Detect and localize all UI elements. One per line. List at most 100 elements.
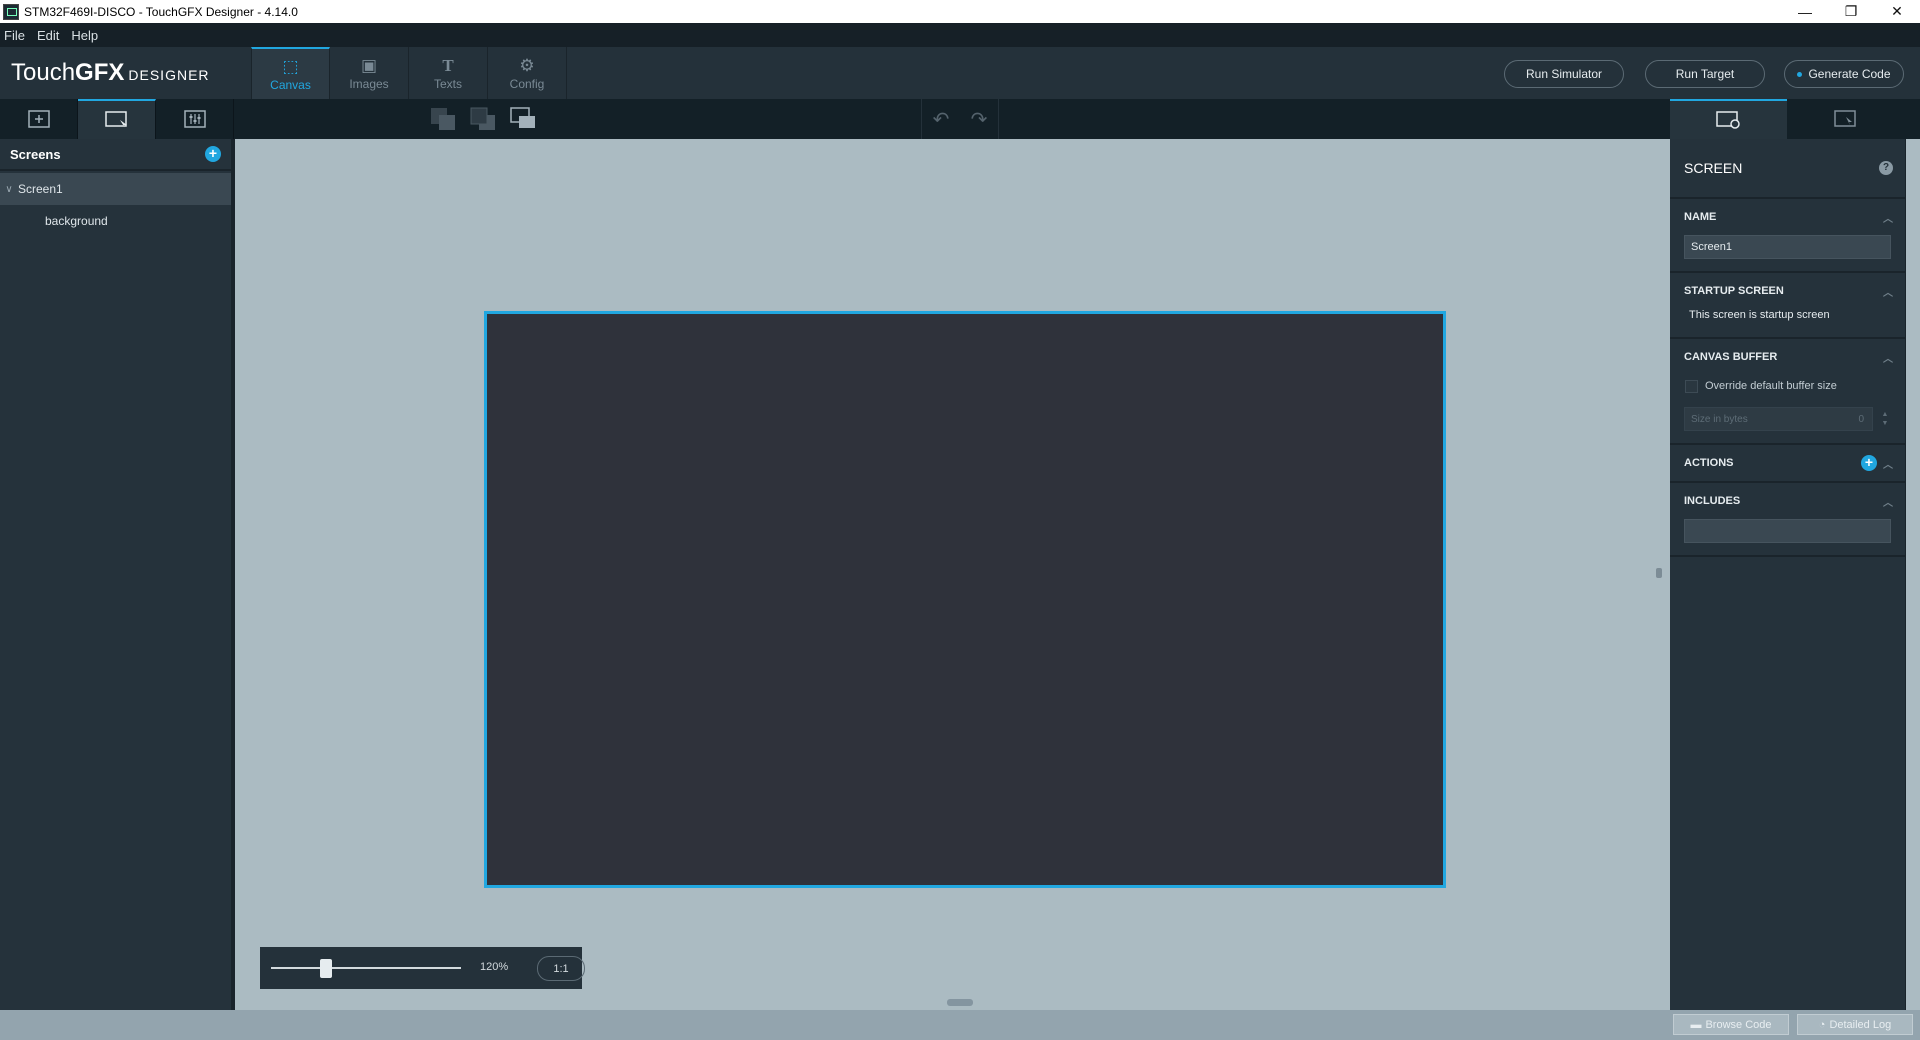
screens-panel: Screens + ∨ Screen1 background: [0, 139, 235, 1010]
menu-edit[interactable]: Edit: [33, 28, 67, 43]
tab-canvas[interactable]: ⬚ Canvas: [251, 47, 330, 99]
interactions-tab[interactable]: [1787, 99, 1904, 139]
log-icon: ◔: [1818, 1018, 1826, 1031]
startup-status-text: This screen is startup screen: [1689, 309, 1830, 321]
zoom-percent: 120%: [480, 961, 509, 973]
chevron-down-icon[interactable]: ∨: [0, 184, 18, 195]
includes-section-header[interactable]: INCLUDES ︿: [1670, 483, 1905, 519]
generate-code-label: Generate Code: [1808, 67, 1891, 81]
send-to-back-icon: [431, 108, 455, 130]
send-backward-button[interactable]: [468, 105, 498, 133]
logo-touch: Touch: [11, 59, 76, 86]
name-heading: NAME: [1684, 211, 1717, 223]
chevron-up-icon[interactable]: ︿: [1883, 456, 1893, 471]
main-toolbar: TouchGFX DESIGNER ⬚ Canvas ▣ Images T Tex…: [0, 47, 1920, 99]
includes-input[interactable]: [1684, 519, 1891, 543]
tab-texts-label: Texts: [433, 77, 462, 91]
chevron-up-icon[interactable]: ︿: [1883, 284, 1893, 299]
run-target-button[interactable]: Run Target: [1645, 60, 1765, 88]
sliders-icon: [183, 110, 206, 128]
menu-file[interactable]: File: [0, 28, 33, 43]
properties-title: SCREEN: [1684, 160, 1743, 176]
actions-section-header[interactable]: ACTIONS + ︿: [1670, 445, 1905, 481]
actions-header-controls: + ︿: [1861, 455, 1893, 471]
chevron-up-icon[interactable]: ︿: [1883, 210, 1893, 225]
tab-config-label: Config: [509, 77, 545, 91]
add-screen-icon[interactable]: +: [205, 146, 221, 162]
undo-redo-group: ↶ ↷: [921, 99, 999, 139]
detailed-log-label: Detailed Log: [1829, 1018, 1892, 1031]
properties-sliders-tab[interactable]: [156, 99, 234, 139]
override-buffer-checkbox[interactable]: [1685, 379, 1698, 393]
chevron-up-icon[interactable]: ︿: [1883, 350, 1893, 365]
add-action-icon[interactable]: +: [1861, 455, 1877, 471]
override-buffer-label: Override default buffer size: [1705, 380, 1837, 392]
add-widget-tab[interactable]: [0, 99, 78, 139]
menu-help[interactable]: Help: [67, 28, 106, 43]
redo-icon[interactable]: ↷: [971, 107, 988, 132]
image-icon: ▣: [360, 56, 378, 75]
buffer-size-placeholder: Size in bytes: [1691, 413, 1748, 425]
screen-settings-icon: [1715, 111, 1740, 129]
bring-forward-button[interactable]: [508, 105, 538, 133]
tree-item-label: background: [45, 214, 108, 228]
tree-view-tab[interactable]: [78, 99, 156, 139]
browse-code-label: Browse Code: [1705, 1018, 1772, 1031]
folder-icon: ▬: [1690, 1018, 1702, 1031]
chevron-up-icon[interactable]: ︿: [1883, 494, 1893, 509]
logo-designer: DESIGNER: [128, 67, 210, 83]
tab-canvas-label: Canvas: [270, 78, 311, 92]
buffer-size-stepper[interactable]: ▲ ▼: [1879, 410, 1891, 428]
logo-gfx: GFX: [75, 59, 125, 86]
properties-panel: SCREEN ? NAME ︿ Screen1 STARTUP SCREEN ︿…: [1670, 139, 1906, 1010]
window-controls: — ❐ ✕: [1782, 0, 1920, 23]
right-panel-tabs: [1670, 99, 1904, 139]
detailed-log-button[interactable]: ◔ Detailed Log: [1797, 1014, 1913, 1035]
browse-code-button[interactable]: ▬ Browse Code: [1673, 1014, 1789, 1035]
zoom-slider-thumb[interactable]: [320, 959, 332, 978]
screen-canvas[interactable]: [484, 311, 1446, 888]
status-bar: ▬ Browse Code ◔ Detailed Log: [0, 1010, 1920, 1040]
zoom-reset-button[interactable]: 1:1: [537, 956, 585, 981]
tree-item-background[interactable]: background: [0, 205, 231, 237]
gear-icon: ⚙: [519, 56, 535, 75]
startup-section-header[interactable]: STARTUP SCREEN ︿: [1670, 273, 1905, 309]
generate-code-button[interactable]: Generate Code: [1784, 60, 1904, 88]
send-to-back-button[interactable]: [428, 105, 458, 133]
restore-button[interactable]: ❐: [1828, 0, 1874, 23]
screens-header: Screens +: [0, 139, 231, 171]
canvas-buffer-header[interactable]: CANVAS BUFFER ︿: [1670, 339, 1905, 375]
tab-images[interactable]: ▣ Images: [330, 47, 409, 99]
interaction-icon: [1833, 110, 1856, 127]
left-panel-tabs: [0, 99, 234, 139]
tab-config[interactable]: ⚙ Config: [488, 47, 567, 99]
tab-images-label: Images: [349, 77, 389, 91]
help-icon[interactable]: ?: [1879, 161, 1893, 175]
buffer-size-value: 0: [1858, 413, 1864, 425]
text-icon: T: [442, 56, 454, 75]
horizontal-splitter-handle[interactable]: [947, 999, 973, 1006]
screen-name-input[interactable]: Screen1: [1684, 235, 1891, 259]
screens-title: Screens: [10, 146, 61, 162]
run-simulator-button[interactable]: Run Simulator: [1504, 60, 1624, 88]
buffer-size-input[interactable]: Size in bytes 0: [1684, 407, 1873, 431]
tab-texts[interactable]: T Texts: [409, 47, 488, 99]
startup-section: STARTUP SCREEN ︿ This screen is startup …: [1670, 273, 1905, 339]
secondary-toolbar: ↶ ↷: [0, 99, 1920, 139]
buffer-size-row: Size in bytes 0 ▲ ▼: [1684, 407, 1891, 431]
override-buffer-row[interactable]: Override default buffer size: [1670, 375, 1905, 397]
zoom-slider-track[interactable]: [271, 967, 461, 969]
window-title: STM32F469I-DISCO - TouchGFX Designer - 4…: [24, 4, 298, 19]
bring-forward-icon: [510, 107, 535, 128]
undo-icon[interactable]: ↶: [933, 107, 950, 132]
name-section-header[interactable]: NAME ︿: [1670, 199, 1905, 235]
title-bar: STM32F469I-DISCO - TouchGFX Designer - 4…: [0, 0, 1920, 23]
vertical-splitter-handle[interactable]: [1656, 568, 1662, 578]
close-button[interactable]: ✕: [1874, 0, 1920, 23]
touchgfx-logo: TouchGFX DESIGNER: [11, 59, 210, 87]
tree-item-screen1[interactable]: ∨ Screen1: [0, 173, 231, 205]
screen-properties-tab[interactable]: [1670, 99, 1787, 139]
canvas-area[interactable]: 120% 1:1: [250, 139, 1670, 1010]
send-backward-icon: [470, 107, 495, 130]
minimize-button[interactable]: —: [1782, 0, 1828, 23]
